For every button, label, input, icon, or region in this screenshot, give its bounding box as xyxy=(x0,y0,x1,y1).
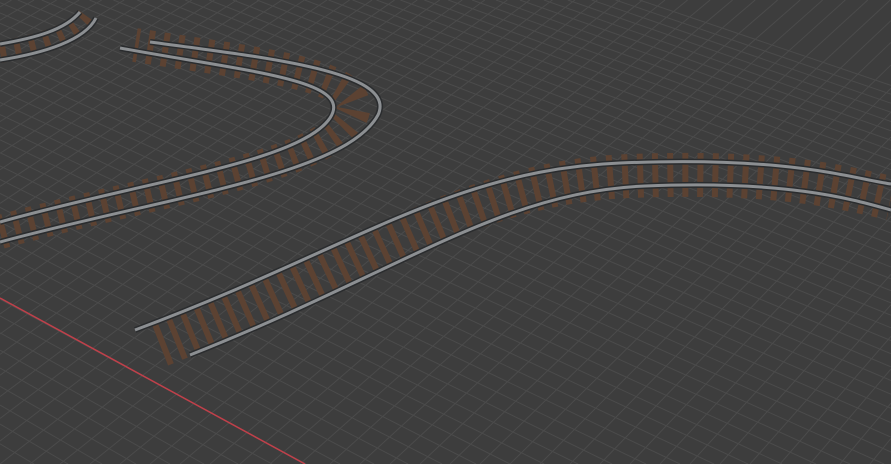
grid-line xyxy=(161,0,891,292)
grid-line xyxy=(209,0,756,464)
grid-line xyxy=(659,216,891,464)
3d-viewport[interactable] xyxy=(0,0,891,464)
grid-line xyxy=(59,0,643,464)
grid-line xyxy=(0,367,171,464)
grid-line xyxy=(0,66,885,464)
grid-line xyxy=(615,0,891,95)
grid-line xyxy=(629,188,891,464)
grid-line xyxy=(0,443,35,464)
grid-line xyxy=(495,0,891,141)
grid-line xyxy=(137,0,891,304)
grid-line xyxy=(0,89,817,464)
grid-line xyxy=(0,0,35,21)
grid-line xyxy=(0,404,103,464)
grid-line xyxy=(509,87,891,464)
grid-line xyxy=(419,20,891,464)
floor-grid xyxy=(0,0,891,464)
grid-line xyxy=(543,0,891,122)
grid-line xyxy=(0,55,891,453)
viewport-scene[interactable] xyxy=(0,0,891,464)
grid-line xyxy=(0,423,69,464)
grid-line xyxy=(567,0,891,113)
grid-line xyxy=(869,438,891,464)
